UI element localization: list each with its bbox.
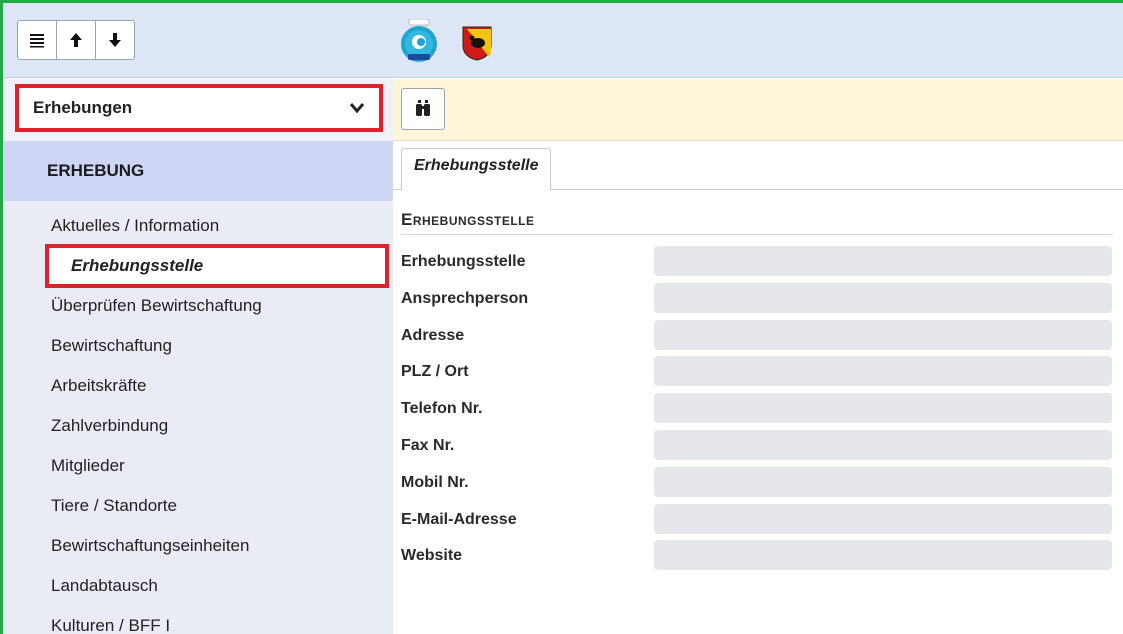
- field-row: E-Mail-Adresse: [401, 503, 1113, 541]
- field-row: Adresse: [401, 319, 1113, 357]
- main-content: Erhebungsstelle Erhebungsstelle Erhebung…: [393, 142, 1123, 634]
- field-label: Mobil Nr.: [401, 473, 469, 491]
- sidebar-item-kulturen-bff[interactable]: Kulturen / BFF I: [3, 606, 393, 634]
- sidebar-item-ueberpruefen-bewirtschaftung[interactable]: Überprüfen Bewirtschaftung: [3, 286, 393, 326]
- field-label: Adresse: [401, 326, 465, 344]
- field-label: E-Mail-Adresse: [401, 510, 517, 528]
- field-label: PLZ / Ort: [401, 363, 469, 381]
- sidebar-menu: Aktuelles / Information Erhebungsstelle …: [3, 201, 393, 634]
- field-row: Telefon Nr.: [401, 393, 1113, 430]
- website-field[interactable]: [654, 540, 1112, 571]
- field-row: PLZ / Ort: [401, 356, 1113, 393]
- top-bar: [3, 3, 1123, 78]
- sidebar-item-erhebungsstelle[interactable]: Erhebungsstelle: [45, 244, 389, 288]
- mobil-field[interactable]: [654, 466, 1112, 497]
- app-window: Erhebungen ERHEBUNG Aktuelles / Informat…: [0, 0, 1123, 634]
- field-row: Erhebungsstelle: [401, 246, 1113, 283]
- field-row: Ansprechperson: [401, 282, 1113, 320]
- arrow-down-icon: [109, 33, 121, 47]
- search-button[interactable]: [401, 88, 445, 130]
- field-label: Telefon Nr.: [401, 400, 483, 418]
- sidebar-item-arbeitskraefte[interactable]: Arbeitskräfte: [3, 366, 393, 406]
- gelan-logo: [401, 19, 437, 62]
- list-icon: [30, 34, 44, 48]
- action-toolbar: [393, 79, 1123, 141]
- sidebar-item-mitglieder[interactable]: Mitglieder: [3, 446, 393, 486]
- telefon-field[interactable]: [654, 393, 1112, 424]
- module-dropdown-value: Erhebungen: [33, 98, 133, 117]
- field-label: Erhebungsstelle: [401, 253, 526, 270]
- email-field[interactable]: [654, 503, 1112, 534]
- field-label: Ansprechperson: [401, 289, 529, 307]
- field-row: Website: [401, 540, 1113, 577]
- binoculars-icon: [416, 100, 430, 116]
- form-fields: Erhebungsstelle Ansprechperson Adresse P…: [401, 246, 1113, 577]
- chevron-down-icon: [349, 103, 365, 114]
- plz-ort-field[interactable]: [654, 356, 1112, 387]
- sidebar-item-bewirtschaftungseinheiten[interactable]: Bewirtschaftungseinheiten: [3, 526, 393, 566]
- nav-button-group: [17, 20, 135, 60]
- group-title: Erhebungsstelle: [401, 210, 1113, 235]
- ansprechperson-field[interactable]: [654, 282, 1112, 313]
- sidebar-item-aktuelles[interactable]: Aktuelles / Information: [3, 206, 393, 246]
- move-down-button[interactable]: [95, 20, 135, 60]
- sidebar: ERHEBUNG Aktuelles / Information Erhebun…: [3, 141, 393, 634]
- module-selector-bar: Erhebungen: [3, 79, 393, 141]
- sidebar-section-header: ERHEBUNG: [3, 141, 393, 201]
- tab-bar: Erhebungsstelle: [393, 142, 1123, 191]
- sidebar-item-landabtausch[interactable]: Landabtausch: [3, 566, 393, 606]
- sidebar-item-bewirtschaftung[interactable]: Bewirtschaftung: [3, 326, 393, 366]
- fax-field[interactable]: [654, 429, 1112, 460]
- move-up-button[interactable]: [56, 20, 96, 60]
- menu-list-button[interactable]: [17, 20, 57, 60]
- erhebungsstelle-field[interactable]: [654, 246, 1112, 276]
- tab-erhebungsstelle[interactable]: Erhebungsstelle: [401, 148, 552, 191]
- module-dropdown[interactable]: Erhebungen: [15, 84, 383, 132]
- field-row: Mobil Nr.: [401, 466, 1113, 504]
- arrow-up-icon: [70, 33, 82, 47]
- bern-coat-of-arms-logo: [462, 26, 492, 61]
- adresse-field[interactable]: [654, 319, 1112, 350]
- field-row: Fax Nr.: [401, 429, 1113, 467]
- field-label: Website: [401, 547, 463, 565]
- field-label: Fax Nr.: [401, 436, 455, 454]
- sidebar-item-zahlverbindung[interactable]: Zahlverbindung: [3, 406, 393, 446]
- sidebar-item-tiere-standorte[interactable]: Tiere / Standorte: [3, 486, 393, 526]
